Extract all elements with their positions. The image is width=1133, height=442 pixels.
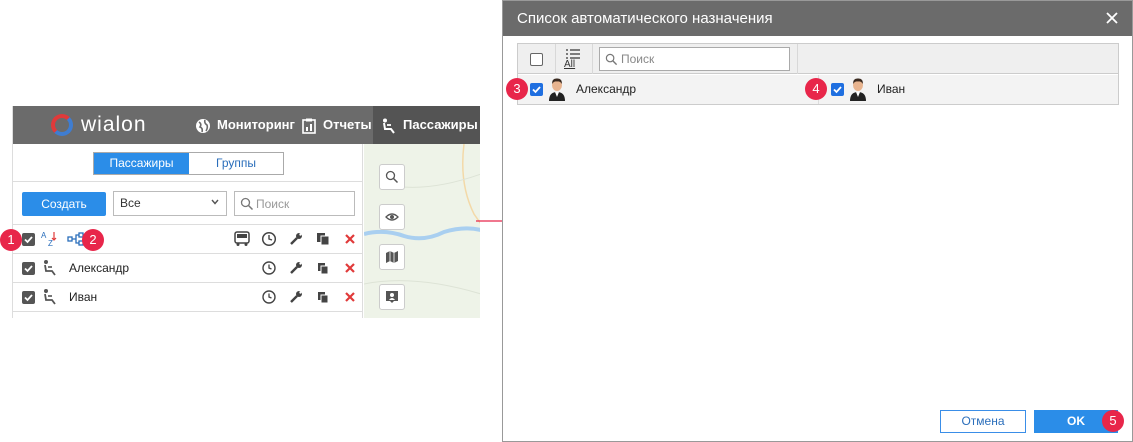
sidebar-tabs: Пассажиры Группы bbox=[93, 152, 284, 175]
dialog-title: Список автоматического назначения bbox=[517, 10, 773, 27]
filter-select[interactable]: Все bbox=[113, 191, 227, 216]
svg-text:A: A bbox=[41, 231, 47, 240]
show-all-link[interactable]: All bbox=[564, 59, 575, 70]
delete-icon[interactable] bbox=[342, 231, 358, 247]
delete-icon[interactable] bbox=[342, 289, 358, 305]
dialog-search-input[interactable] bbox=[621, 51, 786, 67]
map-view[interactable] bbox=[364, 144, 480, 318]
nav-reports[interactable]: Отчеты bbox=[301, 106, 372, 144]
bus-icon[interactable] bbox=[233, 231, 251, 247]
copy-icon[interactable] bbox=[315, 289, 331, 305]
divider bbox=[555, 44, 556, 74]
check-icon bbox=[532, 86, 541, 94]
create-button[interactable]: Создать bbox=[22, 192, 106, 216]
table-row[interactable]: Иван bbox=[13, 283, 363, 312]
step-badge-3: 3 bbox=[506, 78, 528, 100]
step-badge-1: 1 bbox=[0, 229, 22, 251]
dialog-titlebar: Список автоматического назначения bbox=[503, 1, 1132, 36]
map-search-button[interactable] bbox=[379, 164, 405, 190]
cancel-button[interactable]: Отмена bbox=[940, 410, 1026, 433]
top-navigation-bar: wialon Мониторинг Отчеты Пассажиры bbox=[13, 106, 480, 144]
search-icon bbox=[605, 53, 618, 66]
item-name: Александр bbox=[576, 82, 637, 96]
copy-icon[interactable] bbox=[315, 231, 331, 247]
row-checkbox[interactable] bbox=[22, 291, 35, 304]
passenger-name: Иван bbox=[69, 290, 98, 304]
copy-icon[interactable] bbox=[315, 260, 331, 276]
wialon-app-panel: wialon Мониторинг Отчеты Пассажиры Пасса… bbox=[12, 106, 480, 318]
auto-assign-dialog: Список автоматического назначения All Ал… bbox=[502, 0, 1133, 442]
map-visibility-button[interactable] bbox=[379, 204, 405, 230]
wialon-logo-text: wialon bbox=[81, 113, 147, 136]
chevron-down-icon bbox=[211, 199, 219, 205]
divider bbox=[13, 181, 363, 182]
wrench-icon[interactable] bbox=[288, 260, 304, 276]
dialog-search bbox=[599, 47, 790, 71]
close-icon[interactable] bbox=[1104, 10, 1120, 26]
sort-az-icon[interactable]: AZ bbox=[41, 230, 59, 248]
search-icon bbox=[240, 197, 254, 211]
eye-icon bbox=[385, 213, 399, 221]
divider bbox=[592, 44, 593, 74]
wialon-logo[interactable]: wialon bbox=[51, 113, 191, 136]
map-contacts-button[interactable] bbox=[379, 284, 405, 310]
svg-text:Z: Z bbox=[48, 239, 53, 248]
nav-monitoring-label: Мониторинг bbox=[217, 117, 295, 132]
list-header-row: AZ bbox=[13, 225, 363, 254]
step-badge-2: 2 bbox=[82, 229, 104, 251]
wrench-icon[interactable] bbox=[288, 289, 304, 305]
avatar bbox=[549, 78, 565, 101]
nav-reports-label: Отчеты bbox=[323, 117, 372, 132]
step-badge-5: 5 bbox=[1102, 410, 1124, 432]
passenger-seat-icon bbox=[44, 289, 56, 305]
table-row[interactable]: Александр bbox=[13, 254, 363, 283]
tab-groups[interactable]: Группы bbox=[189, 153, 283, 174]
step-badge-4: 4 bbox=[805, 78, 827, 100]
globe-icon bbox=[196, 118, 210, 133]
item-name: Иван bbox=[877, 82, 906, 96]
avatar bbox=[850, 78, 866, 101]
tab-passengers[interactable]: Пассажиры bbox=[94, 153, 189, 174]
wialon-logo-icon bbox=[51, 114, 73, 136]
check-icon bbox=[24, 265, 33, 273]
list-item[interactable]: Иван bbox=[818, 75, 1118, 104]
select-all-checkbox[interactable] bbox=[530, 53, 543, 66]
row-checkbox[interactable] bbox=[22, 262, 35, 275]
sidebar-search bbox=[234, 191, 355, 216]
map-icon bbox=[386, 251, 398, 263]
history-icon[interactable] bbox=[261, 289, 277, 305]
history-icon[interactable] bbox=[261, 260, 277, 276]
passenger-seat-icon bbox=[44, 260, 56, 276]
item-checkbox[interactable] bbox=[530, 83, 543, 96]
delete-icon[interactable] bbox=[342, 260, 358, 276]
check-icon bbox=[833, 86, 842, 94]
history-icon[interactable] bbox=[261, 231, 277, 247]
passenger-name: Александр bbox=[69, 261, 130, 275]
item-checkbox[interactable] bbox=[831, 83, 844, 96]
filter-select-value: Все bbox=[120, 196, 141, 210]
dialog-toolbar: All bbox=[518, 44, 1118, 74]
search-input[interactable] bbox=[256, 195, 351, 212]
map-layers-button[interactable] bbox=[379, 244, 405, 270]
nav-passengers-label: Пассажиры bbox=[403, 117, 478, 132]
check-icon bbox=[24, 294, 33, 302]
list-item[interactable]: Александр bbox=[518, 75, 818, 104]
divider bbox=[797, 44, 798, 74]
passengers-sidebar: Пассажиры Группы Создать Все AZ bbox=[13, 144, 363, 318]
passenger-seat-icon bbox=[383, 118, 395, 134]
nav-monitoring[interactable]: Мониторинг bbox=[195, 106, 295, 144]
nav-passengers[interactable]: Пассажиры bbox=[373, 106, 480, 144]
reports-icon bbox=[302, 118, 316, 134]
search-icon bbox=[385, 170, 399, 184]
contact-card-icon bbox=[386, 291, 398, 303]
check-icon bbox=[24, 236, 33, 244]
select-all-checkbox[interactable] bbox=[22, 233, 35, 246]
wrench-icon[interactable] bbox=[288, 231, 304, 247]
